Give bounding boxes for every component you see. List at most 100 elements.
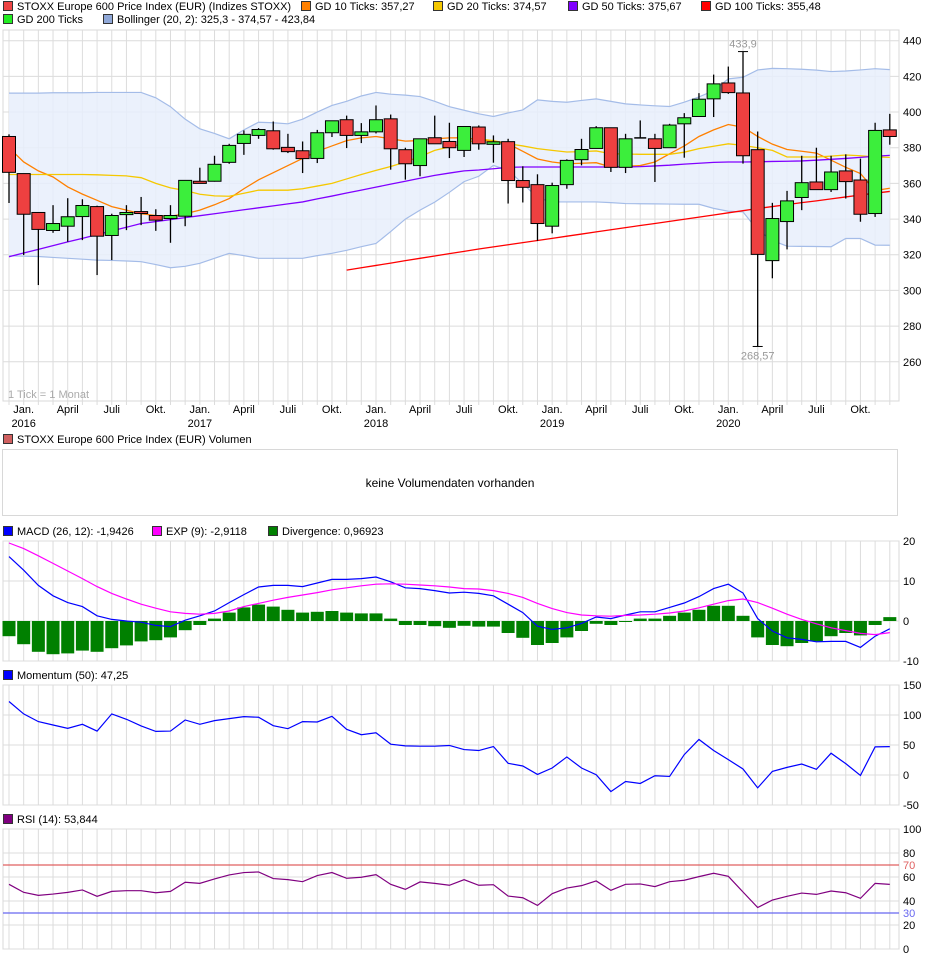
divergence-bar	[707, 605, 721, 621]
candle-body	[369, 119, 383, 133]
candle	[222, 143, 237, 164]
divergence-bar	[663, 615, 677, 621]
x-tick-year-label: 2016	[11, 418, 35, 430]
legend-volume: STOXX Europe 600 Price Index (EUR) Volum…	[3, 434, 252, 447]
tick-note: 1 Tick = 1 Monat	[8, 389, 89, 401]
x-tick-label: April	[57, 404, 79, 416]
candle-body	[824, 171, 839, 191]
momentum-panel: -50 0 50 100 150	[2, 680, 921, 812]
candle-body	[853, 179, 868, 215]
legend-momentum: Momentum (50): 47,25	[3, 670, 128, 683]
legend-swatch	[3, 670, 13, 680]
y-tick-label: 360	[903, 178, 921, 190]
candle-body	[266, 130, 281, 150]
legend-swatch	[433, 1, 443, 11]
divergence-bar	[516, 621, 530, 638]
candle-body	[16, 173, 31, 215]
candle-body	[339, 119, 354, 136]
legend-divergence-label: Divergence: 0,96923	[282, 526, 384, 538]
divergence-bar	[193, 621, 207, 625]
legend-gd20: GD 20 Ticks: 374,57	[433, 1, 547, 14]
candle	[559, 159, 574, 189]
x-tick-label: Okt.	[146, 404, 166, 416]
x-tick-label: Jan.	[13, 404, 34, 416]
candle-body	[530, 184, 545, 225]
candle-body	[677, 117, 692, 125]
volume-empty-message: keine Volumendaten vorhanden	[365, 476, 535, 490]
divergence-bar	[237, 607, 251, 621]
rsi-reference-label: 30	[903, 908, 915, 920]
x-tick-label: April	[233, 404, 255, 416]
divergence-bar	[780, 621, 794, 647]
x-tick-year-label: 2019	[540, 418, 564, 430]
divergence-bar	[75, 621, 89, 651]
x-tick-year-label: 2018	[364, 418, 388, 430]
legend-volume-label: STOXX Europe 600 Price Index (EUR) Volum…	[17, 434, 252, 446]
candle-body	[413, 138, 428, 167]
legend-bollinger-label: Bollinger (20, 2): 325,3 - 374,57 - 423,…	[117, 14, 316, 26]
legend-swatch	[103, 14, 113, 24]
divergence-bar	[589, 621, 603, 624]
candle	[662, 123, 677, 149]
candle-body	[545, 185, 560, 227]
divergence-bar	[17, 621, 31, 645]
candle-body	[148, 215, 163, 221]
macd-plot-area	[2, 540, 900, 662]
divergence-bar	[134, 621, 148, 642]
y-tick-label: 40	[903, 896, 915, 908]
divergence-bar	[751, 621, 765, 638]
candle-body	[280, 146, 295, 153]
y-tick-label: 0	[903, 770, 909, 782]
legend-gd10: GD 10 Ticks: 357,27	[301, 1, 415, 14]
rsi-reference-label: 70	[903, 860, 915, 872]
divergence-bar	[310, 611, 324, 621]
y-tick-label: 260	[903, 357, 921, 369]
y-tick-label: -50	[903, 800, 919, 812]
legend-price: STOXX Europe 600 Price Index (EUR) (Indi…	[3, 1, 291, 14]
candle-body	[574, 149, 589, 161]
divergence-bar	[560, 621, 574, 638]
candle-body	[794, 182, 809, 198]
candle-body	[442, 140, 457, 149]
candle-body	[765, 218, 780, 262]
y-tick-label: 400	[903, 107, 921, 119]
legend-exp-label: EXP (9): -2,9118	[166, 526, 247, 538]
divergence-bar	[486, 621, 500, 627]
candle-body	[501, 141, 516, 182]
divergence-bar	[281, 609, 295, 621]
y-tick-label: 440	[903, 36, 921, 48]
y-tick-label: 280	[903, 321, 921, 333]
candle-body	[868, 129, 883, 215]
x-tick-label: April	[761, 404, 783, 416]
divergence-bar	[413, 621, 427, 625]
candle-body	[691, 98, 706, 118]
rsi-plot-area	[2, 828, 900, 950]
candle-body	[178, 179, 193, 217]
price-panel: 260 280 300 320 340 360 380 400 420 440 433,9 268,5…	[2, 29, 921, 430]
candle-body	[354, 131, 369, 136]
legend-momentum-label: Momentum (50): 47,25	[17, 670, 129, 682]
divergence-bar	[369, 613, 383, 621]
legend-swatch	[701, 1, 711, 11]
divergence-bar	[633, 618, 647, 621]
x-tick-label: Okt.	[322, 404, 342, 416]
candle	[589, 126, 604, 149]
candle-body	[2, 135, 16, 173]
legend-swatch	[3, 1, 13, 11]
x-tick-label: Okt.	[674, 404, 694, 416]
candle-body	[207, 163, 222, 182]
legend-macd: MACD (26, 12): -1,9426	[3, 526, 134, 539]
x-tick-label: Juli	[808, 404, 825, 416]
y-tick-label: 150	[903, 680, 921, 692]
candle-body	[618, 138, 633, 168]
legend-gd10-label: GD 10 Ticks: 357,27	[315, 1, 415, 13]
divergence-bar	[648, 618, 662, 621]
candle-body	[809, 181, 824, 191]
y-tick-label: 380	[903, 143, 921, 155]
divergence-bar	[46, 621, 60, 655]
x-tick-label: Juli	[456, 404, 473, 416]
legend-gd200-label: GD 200 Ticks	[17, 14, 84, 26]
y-tick-label: 80	[903, 848, 915, 860]
rsi-panel: 0 20 40 60 80 100 70 30	[2, 824, 921, 956]
candle-body	[457, 125, 472, 151]
